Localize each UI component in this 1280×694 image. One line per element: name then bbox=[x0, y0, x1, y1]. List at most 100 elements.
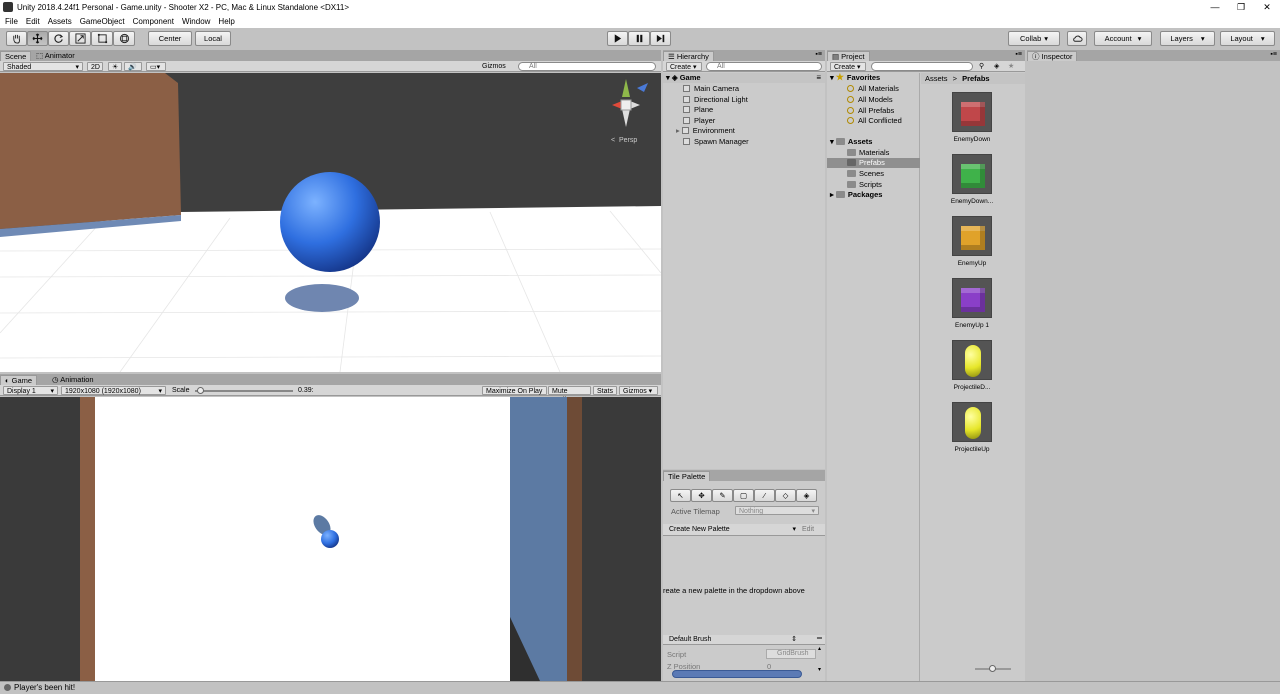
collab-dropdown[interactable]: Collab ▾ bbox=[1008, 31, 1060, 46]
minimize-icon[interactable]: — bbox=[1202, 0, 1228, 14]
game-viewport[interactable] bbox=[0, 397, 661, 681]
select-tool-icon[interactable]: ↖ bbox=[670, 489, 691, 502]
stats-toggle[interactable]: Stats bbox=[593, 386, 617, 395]
scene-menu-icon[interactable]: ≡ bbox=[816, 73, 821, 82]
hierarchy-item[interactable]: Directional Light bbox=[683, 95, 748, 105]
resolution-dropdown[interactable]: 1920x1080 (1920x1080) ▾ bbox=[61, 386, 166, 395]
mute-audio-toggle[interactable]: Mute Audio bbox=[548, 386, 591, 404]
tab-project[interactable]: ▤ Project bbox=[827, 51, 870, 61]
rect-tool-icon[interactable] bbox=[91, 31, 113, 46]
picker-icon[interactable]: ⁄ bbox=[754, 489, 775, 502]
tab-animation[interactable]: ◷ Animation bbox=[48, 375, 98, 385]
move-tool-icon[interactable] bbox=[27, 31, 48, 46]
eraser-icon[interactable]: ◇ bbox=[775, 489, 796, 502]
thumbnail-size-slider[interactable] bbox=[975, 665, 1011, 672]
audio-toggle-icon[interactable]: 🔊 bbox=[124, 62, 142, 71]
asset-item[interactable]: EnemyDown... bbox=[947, 154, 997, 205]
tab-tile-palette[interactable]: Tile Palette bbox=[663, 471, 711, 481]
hierarchy-item[interactable]: Main Camera bbox=[683, 84, 739, 94]
favorite-item[interactable]: All Prefabs bbox=[847, 106, 894, 116]
active-tilemap-dropdown[interactable]: Nothing ▾ bbox=[735, 506, 819, 515]
play-button[interactable] bbox=[607, 31, 628, 46]
tab-game[interactable]: ◐ Game bbox=[0, 375, 38, 385]
tab-scene[interactable]: Scene bbox=[0, 51, 32, 61]
rotate-tool-icon[interactable] bbox=[48, 31, 69, 46]
thumbnail-size-thumb[interactable] bbox=[989, 665, 996, 672]
favorites-header[interactable]: ▾ ★ Favorites bbox=[830, 73, 880, 83]
menu-window[interactable]: Window bbox=[182, 17, 210, 26]
menu-help[interactable]: Help bbox=[218, 17, 234, 26]
hand-tool-icon[interactable] bbox=[6, 31, 27, 46]
paint-brush-icon[interactable]: ✎ bbox=[712, 489, 733, 502]
status-message[interactable]: Player's been hit! bbox=[14, 683, 75, 692]
vertical-scrollbar[interactable]: ▴ ▾ bbox=[816, 646, 823, 676]
gizmos-dropdown[interactable]: Gizmos ▾ bbox=[479, 62, 513, 79]
menu-edit[interactable]: Edit bbox=[26, 17, 40, 26]
favorite-item[interactable]: All Conflicted bbox=[847, 116, 902, 126]
asset-item[interactable]: EnemyDown bbox=[947, 92, 997, 143]
favorite-item[interactable]: All Models bbox=[847, 95, 893, 105]
menu-gameobject[interactable]: GameObject bbox=[80, 17, 125, 26]
scene-viewport[interactable]: < Persp bbox=[0, 73, 661, 372]
asset-item[interactable]: EnemyUp bbox=[947, 216, 997, 267]
scale-tool-icon[interactable] bbox=[69, 31, 91, 46]
hierarchy-create-dropdown[interactable]: Create ▾ bbox=[666, 62, 702, 71]
box-fill-icon[interactable]: ▢ bbox=[733, 489, 754, 502]
asset-item[interactable]: EnemyUp 1 bbox=[947, 278, 997, 329]
favorite-star-icon[interactable]: ★ bbox=[1008, 62, 1014, 70]
shading-mode-dropdown[interactable]: Shaded ▾ bbox=[3, 62, 83, 71]
palette-dropdown[interactable]: Create New Palette ▾ bbox=[666, 525, 799, 534]
project-panel-menu-icon[interactable]: ▪≡ bbox=[1015, 51, 1022, 58]
effects-dropdown-icon[interactable]: ▭▾ bbox=[146, 62, 166, 71]
folder-item[interactable]: Scripts bbox=[847, 180, 882, 190]
panel-menu-icon[interactable]: ▪≡ bbox=[815, 51, 822, 58]
hierarchy-item[interactable]: Plane bbox=[683, 105, 713, 115]
folder-item[interactable]: Materials bbox=[847, 148, 889, 158]
maximize-on-play-toggle[interactable]: Maximize On Play bbox=[482, 386, 547, 395]
asset-item[interactable]: ProjectileD... bbox=[947, 340, 997, 391]
layers-dropdown[interactable]: Layers ▾ bbox=[1160, 31, 1215, 46]
horizontal-scrollbar[interactable] bbox=[672, 670, 802, 678]
close-icon[interactable]: ✕ bbox=[1254, 0, 1280, 14]
asset-item[interactable]: ProjectileUp bbox=[947, 402, 997, 453]
breadcrumb-root[interactable]: Assets bbox=[925, 74, 948, 83]
layout-dropdown[interactable]: Layout ▾ bbox=[1220, 31, 1275, 46]
filter-type-icon[interactable]: ⚲ bbox=[979, 62, 984, 70]
menu-component[interactable]: Component bbox=[133, 17, 174, 26]
tab-inspector[interactable]: ⓘ Inspector bbox=[1027, 51, 1078, 61]
restore-icon[interactable]: ❐ bbox=[1228, 0, 1254, 14]
tab-animator[interactable]: ⬚ Animator bbox=[32, 51, 79, 61]
hierarchy-search-input[interactable]: All bbox=[706, 62, 822, 71]
tab-hierarchy[interactable]: ☰ Hierarchy bbox=[663, 51, 714, 61]
palette-edit-button[interactable]: Edit bbox=[799, 525, 821, 534]
step-button[interactable] bbox=[650, 31, 671, 46]
inspector-panel-menu-icon[interactable]: ▪≡ bbox=[1270, 51, 1277, 58]
brush-dropdown[interactable]: Default Brush ⇕ bbox=[666, 635, 800, 644]
hierarchy-item[interactable]: ▸ Environment bbox=[676, 126, 735, 136]
assets-header[interactable]: ▾ Assets bbox=[830, 137, 872, 147]
transform-tool-icon[interactable] bbox=[113, 31, 135, 46]
hierarchy-scene-row[interactable]: ▾ ◈ Game ≡ bbox=[663, 73, 825, 83]
hierarchy-item[interactable]: Player bbox=[683, 116, 715, 126]
scale-slider[interactable] bbox=[195, 387, 293, 394]
fill-bucket-icon[interactable]: ◈ bbox=[796, 489, 817, 502]
local-space-button[interactable]: Local bbox=[195, 31, 231, 46]
palette-area[interactable]: reate a new palette in the dropdown abov… bbox=[663, 537, 825, 633]
packages-header[interactable]: ▸ Packages bbox=[830, 190, 882, 200]
pivot-center-button[interactable]: Center bbox=[148, 31, 192, 46]
favorite-item[interactable]: All Materials bbox=[847, 84, 899, 94]
filter-label-icon[interactable]: ◈ bbox=[994, 62, 999, 70]
scale-slider-thumb[interactable] bbox=[196, 387, 204, 394]
folder-item-selected[interactable]: Prefabs bbox=[827, 158, 920, 168]
project-create-dropdown[interactable]: Create ▾ bbox=[830, 62, 866, 71]
scene-search-input[interactable]: All bbox=[518, 62, 656, 71]
2d-toggle[interactable]: 2D bbox=[87, 62, 103, 71]
project-search-input[interactable] bbox=[871, 62, 973, 71]
menu-assets[interactable]: Assets bbox=[48, 17, 72, 26]
account-dropdown[interactable]: Account ▾ bbox=[1094, 31, 1152, 46]
menu-file[interactable]: File bbox=[5, 17, 18, 26]
cloud-icon[interactable] bbox=[1067, 31, 1087, 46]
game-gizmos-dropdown[interactable]: Gizmos ▾ bbox=[619, 386, 658, 395]
brush-resize-icon[interactable]: ═ bbox=[817, 635, 822, 642]
expand-arrow-icon[interactable]: ▸ bbox=[676, 126, 680, 135]
